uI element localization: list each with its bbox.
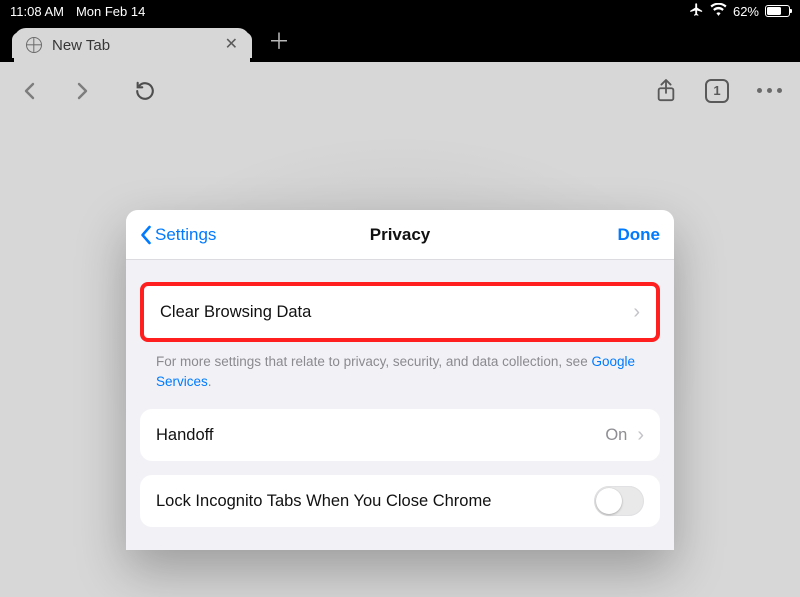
share-button[interactable] xyxy=(655,79,677,103)
tab-strip: New Tab ✕ ＋ xyxy=(0,22,800,62)
battery-percent: 62% xyxy=(733,4,759,19)
handoff-value: On xyxy=(605,426,627,445)
footer-prefix: For more settings that relate to privacy… xyxy=(156,354,591,369)
reload-button[interactable] xyxy=(134,80,156,102)
airplane-mode-icon xyxy=(689,2,704,20)
new-tab-button[interactable]: ＋ xyxy=(268,31,290,53)
highlight-clear-browsing-data: Clear Browsing Data › xyxy=(140,282,660,342)
status-bar: 11:08 AM Mon Feb 14 62% xyxy=(0,0,800,22)
forward-button[interactable] xyxy=(70,79,94,103)
lock-incognito-label: Lock Incognito Tabs When You Close Chrom… xyxy=(156,492,491,511)
tab-count-button[interactable]: 1 xyxy=(705,79,729,103)
toolbar: 1 xyxy=(0,62,800,119)
status-date: Mon Feb 14 xyxy=(76,4,145,19)
tab-title: New Tab xyxy=(52,37,215,54)
done-button[interactable]: Done xyxy=(618,225,661,245)
handoff-label: Handoff xyxy=(156,426,214,445)
back-to-settings-button[interactable]: Settings xyxy=(140,224,216,245)
privacy-footer-note: For more settings that relate to privacy… xyxy=(140,342,660,409)
back-button[interactable] xyxy=(18,79,42,103)
chevron-left-icon xyxy=(140,225,153,245)
sheet-body: Clear Browsing Data › For more settings … xyxy=(126,260,674,550)
globe-icon xyxy=(26,37,42,53)
chevron-right-icon: › xyxy=(633,302,640,322)
wifi-icon xyxy=(710,3,727,19)
status-time: 11:08 AM xyxy=(10,4,64,19)
handoff-row[interactable]: Handoff On › xyxy=(156,409,644,461)
browser-body: 1 Settings Privacy Done Clear Browsing D… xyxy=(0,62,800,597)
chevron-right-icon: › xyxy=(637,425,644,445)
clear-browsing-data-row[interactable]: Clear Browsing Data › xyxy=(160,286,640,338)
browser-tab-active[interactable]: New Tab ✕ xyxy=(14,28,250,62)
clear-browsing-data-label: Clear Browsing Data xyxy=(160,303,311,322)
footer-suffix: . xyxy=(208,374,212,389)
battery-icon xyxy=(765,5,790,17)
lock-incognito-toggle[interactable] xyxy=(594,486,644,516)
privacy-settings-sheet: Settings Privacy Done Clear Browsing Dat… xyxy=(126,210,674,550)
lock-incognito-row[interactable]: Lock Incognito Tabs When You Close Chrom… xyxy=(156,475,644,527)
close-tab-button[interactable]: ✕ xyxy=(225,37,238,53)
back-label: Settings xyxy=(155,225,216,245)
overflow-menu-button[interactable] xyxy=(757,88,782,93)
tab-count-value: 1 xyxy=(713,83,720,98)
sheet-header: Settings Privacy Done xyxy=(126,210,674,260)
